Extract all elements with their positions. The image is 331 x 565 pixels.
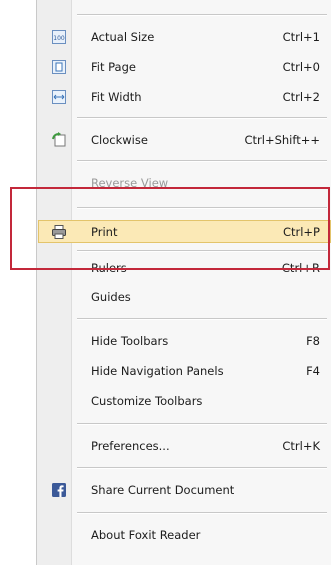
menu-item-fit-page[interactable]: Fit Page Ctrl+0 bbox=[37, 52, 331, 82]
menu-item-label: Share Current Document bbox=[91, 483, 235, 497]
menu-item-label: Fit Page bbox=[91, 60, 136, 74]
menu-item-label: Preferences... bbox=[91, 439, 170, 453]
menu-separator bbox=[77, 160, 327, 162]
menu-item-print[interactable]: Print Ctrl+P bbox=[37, 217, 331, 247]
menu-item-preferences[interactable]: Preferences... Ctrl+K bbox=[37, 431, 331, 461]
menu-item-shortcut: Ctrl+P bbox=[282, 225, 320, 239]
menu-item-shortcut: F4 bbox=[306, 364, 320, 378]
context-menu: 100 Actual Size Ctrl+1 Fit Page Ctrl+0 F… bbox=[36, 0, 331, 565]
menu-item-label: Hide Toolbars bbox=[91, 334, 169, 348]
menu-item-label: Hide Navigation Panels bbox=[91, 364, 224, 378]
menu-item-label: Customize Toolbars bbox=[91, 394, 203, 408]
menu-item-about-foxit-reader[interactable]: About Foxit Reader bbox=[37, 520, 331, 550]
menu-item-label: Fit Width bbox=[91, 90, 142, 104]
menu-separator bbox=[77, 318, 327, 320]
menu-item-label: Clockwise bbox=[91, 133, 148, 147]
menu-item-shortcut: Ctrl+1 bbox=[282, 30, 320, 44]
menu-item-guides[interactable]: Guides bbox=[37, 282, 331, 312]
menu-separator bbox=[77, 250, 327, 252]
svg-text:100: 100 bbox=[53, 35, 65, 42]
menu-item-rulers[interactable]: Rulers Ctrl+R bbox=[37, 253, 331, 283]
menu-item-label: Actual Size bbox=[91, 30, 155, 44]
menu-item-shortcut: F8 bbox=[306, 334, 320, 348]
menu-separator bbox=[77, 467, 327, 469]
menu-item-clockwise[interactable]: Clockwise Ctrl+Shift++ bbox=[37, 125, 331, 155]
menu-item-shortcut: Ctrl+K bbox=[282, 439, 320, 453]
fit-width-icon bbox=[52, 90, 66, 104]
menu-item-label: Reverse View bbox=[91, 176, 169, 190]
menu-item-label: About Foxit Reader bbox=[91, 528, 201, 542]
menu-item-shortcut: Ctrl+2 bbox=[282, 90, 320, 104]
menu-item-actual-size[interactable]: 100 Actual Size Ctrl+1 bbox=[37, 22, 331, 52]
menu-item-label: Print bbox=[91, 225, 118, 239]
menu-separator bbox=[77, 512, 327, 514]
menu-item-hide-toolbars[interactable]: Hide Toolbars F8 bbox=[37, 326, 331, 356]
menu-item-shortcut: Ctrl+R bbox=[281, 261, 320, 275]
menu-item-hide-navigation-panels[interactable]: Hide Navigation Panels F4 bbox=[37, 356, 331, 386]
menu-item-shortcut: Ctrl+Shift++ bbox=[244, 133, 320, 147]
actual-size-icon: 100 bbox=[52, 30, 66, 44]
menu-item-reverse-view: Reverse View bbox=[37, 168, 331, 198]
menu-item-shortcut: Ctrl+0 bbox=[282, 60, 320, 74]
menu-item-share-current-document[interactable]: Share Current Document bbox=[37, 475, 331, 505]
fit-page-icon bbox=[52, 60, 66, 74]
menu-separator bbox=[77, 14, 327, 16]
rotate-clockwise-icon bbox=[52, 132, 66, 147]
menu-item-customize-toolbars[interactable]: Customize Toolbars bbox=[37, 386, 331, 416]
menu-item-label: Guides bbox=[91, 290, 131, 304]
printer-icon bbox=[52, 225, 66, 239]
menu-separator bbox=[77, 207, 327, 209]
menu-separator bbox=[77, 117, 327, 119]
menu-item-label: Rulers bbox=[91, 261, 127, 275]
facebook-icon bbox=[52, 483, 66, 497]
menu-separator bbox=[77, 423, 327, 425]
menu-item-fit-width[interactable]: Fit Width Ctrl+2 bbox=[37, 82, 331, 112]
